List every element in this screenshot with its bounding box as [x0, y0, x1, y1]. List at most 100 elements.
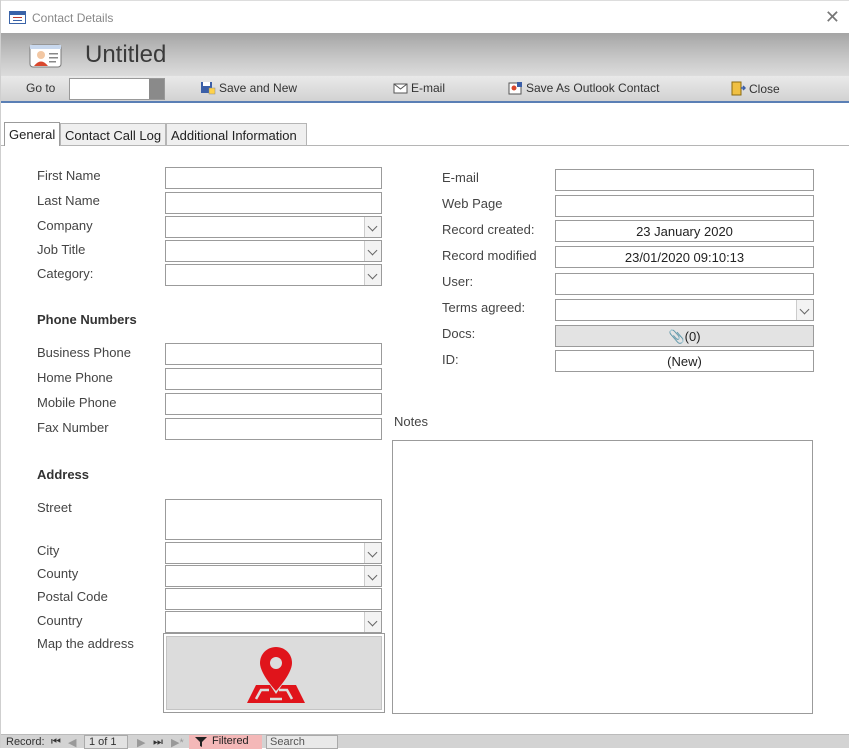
map-address-button[interactable] [163, 633, 385, 713]
phone-numbers-heading: Phone Numbers [37, 312, 137, 327]
record-modified-label: Record modified [442, 248, 537, 263]
company-label: Company [37, 218, 93, 233]
notes-field[interactable] [392, 440, 813, 714]
country-label: Country [37, 613, 83, 628]
tab-additional-information[interactable]: Additional Information [166, 123, 307, 146]
first-record-icon[interactable]: ⏮ [51, 736, 61, 749]
goto-dropdown-button[interactable] [149, 79, 164, 99]
terms-agreed-label: Terms agreed: [442, 300, 526, 315]
first-name-label: First Name [37, 168, 101, 183]
email-label: E-mail [411, 81, 446, 95]
goto-label: Go to [26, 81, 56, 95]
contact-card-icon [29, 44, 62, 68]
record-created-label: Record created: [442, 222, 535, 237]
tab-divider [1, 145, 849, 146]
docs-attachment-field[interactable]: 📎(0) [555, 325, 814, 347]
docs-count: (0) [684, 329, 701, 344]
category-label: Category: [37, 266, 94, 281]
save-and-new-label: Save and New [219, 81, 298, 95]
company-dropdown-button[interactable] [364, 217, 381, 237]
form-icon [9, 11, 26, 24]
user-field[interactable] [555, 273, 814, 295]
web-page-label: Web Page [442, 196, 503, 211]
record-navigation-bar: Record: ⏮ ◀ 1 of 1 ▶ ⏭ ▶* Filtered Searc… [1, 734, 849, 749]
save-as-outlook-label: Save As Outlook Contact [526, 81, 660, 95]
current-record-box[interactable]: 1 of 1 [84, 735, 128, 749]
save-as-outlook-button[interactable]: Save As Outlook Contact [508, 81, 659, 95]
home-phone-field[interactable] [165, 368, 382, 390]
fax-number-label: Fax Number [37, 420, 109, 435]
next-record-icon[interactable]: ▶ [137, 736, 145, 749]
close-door-icon [731, 81, 746, 96]
last-record-icon[interactable]: ⏭ [153, 736, 163, 749]
city-combo[interactable] [165, 542, 382, 564]
terms-dropdown-button[interactable] [796, 300, 813, 320]
company-combo[interactable] [165, 216, 382, 238]
country-dropdown-button[interactable] [364, 612, 381, 632]
city-label: City [37, 543, 60, 558]
tab-general[interactable]: General [4, 122, 60, 146]
web-page-field[interactable] [555, 195, 814, 217]
form-toolbar: Go to Save and New E-mail Save As Outloo… [1, 76, 849, 103]
save-and-new-button[interactable]: Save and New [200, 81, 297, 95]
previous-record-icon[interactable]: ◀ [68, 736, 76, 749]
outlook-contact-icon [508, 82, 522, 95]
county-label: County [37, 566, 79, 581]
business-phone-label: Business Phone [37, 345, 131, 360]
last-name-field[interactable] [165, 192, 382, 214]
user-label: User: [442, 274, 474, 289]
tab-contact-call-log[interactable]: Contact Call Log [60, 123, 166, 146]
search-box[interactable]: Search [266, 735, 338, 749]
save-new-icon [201, 82, 216, 95]
map-button-face [166, 636, 382, 710]
notes-label: Notes [394, 414, 428, 429]
new-record-icon[interactable]: ▶* [171, 736, 184, 749]
map-pin-icon [247, 647, 305, 703]
street-field[interactable] [165, 499, 382, 540]
category-dropdown-button[interactable] [364, 265, 381, 285]
mobile-phone-field[interactable] [165, 393, 382, 415]
job-title-dropdown-button[interactable] [364, 241, 381, 261]
filter-label: Filtered [212, 735, 249, 747]
window-title: Contact Details [32, 11, 114, 25]
email-button[interactable]: E-mail [393, 81, 445, 95]
paperclip-icon: 📎 [668, 329, 685, 344]
record-label: Record: [6, 736, 45, 748]
category-combo[interactable] [165, 264, 382, 286]
terms-agreed-combo[interactable] [555, 299, 814, 321]
street-label: Street [37, 500, 72, 515]
docs-label: Docs: [442, 326, 476, 341]
home-phone-label: Home Phone [37, 370, 113, 385]
address-heading: Address [37, 467, 90, 482]
business-phone-field[interactable] [165, 343, 382, 365]
form-header: Untitled [1, 33, 849, 76]
close-button[interactable]: Close [730, 81, 780, 96]
city-dropdown-button[interactable] [364, 543, 381, 563]
record-created-field: 23 January 2020 [555, 220, 814, 242]
envelope-icon [393, 83, 408, 94]
county-combo[interactable] [165, 565, 382, 587]
postal-code-field[interactable] [165, 588, 382, 610]
contact-details-window: Contact Details ✕ Untitled Go to Save an… [0, 0, 849, 749]
record-title: Untitled [85, 41, 167, 68]
funnel-icon [195, 737, 207, 747]
job-title-combo[interactable] [165, 240, 382, 262]
country-combo[interactable] [165, 611, 382, 633]
id-label: ID: [442, 352, 459, 367]
email-field[interactable] [555, 169, 814, 191]
email-field-label: E-mail [442, 170, 479, 185]
id-field: (New) [555, 350, 814, 372]
filter-toggle[interactable]: Filtered [189, 735, 262, 749]
title-bar: Contact Details ✕ [1, 0, 849, 33]
county-dropdown-button[interactable] [364, 566, 381, 586]
record-modified-field: 23/01/2020 09:10:13 [555, 246, 814, 268]
goto-combo[interactable] [69, 78, 165, 100]
first-name-field[interactable] [165, 167, 382, 189]
close-icon[interactable]: ✕ [825, 7, 840, 28]
close-label: Close [749, 81, 780, 96]
job-title-label: Job Title [37, 242, 86, 257]
last-name-label: Last Name [37, 193, 100, 208]
map-address-label: Map the address [37, 636, 134, 651]
fax-number-field[interactable] [165, 418, 382, 440]
mobile-phone-label: Mobile Phone [37, 395, 117, 410]
